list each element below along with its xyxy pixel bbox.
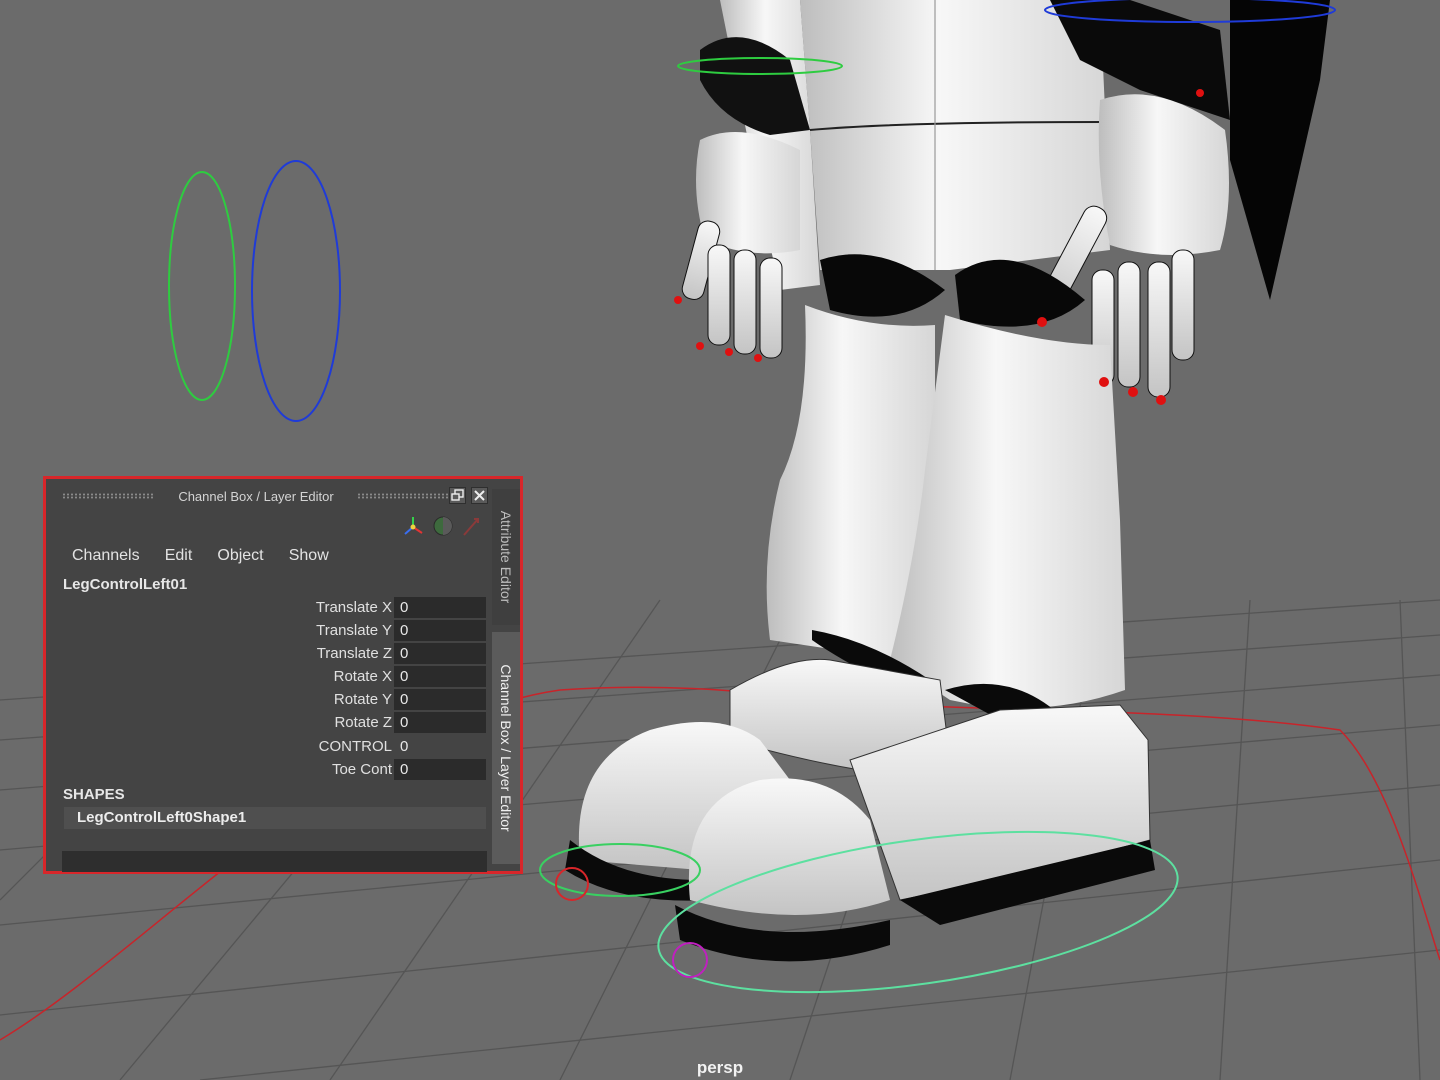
close-icon[interactable]: [471, 487, 488, 504]
attribute-row-translate-y[interactable]: Translate Y 0: [46, 620, 490, 641]
tab-attribute-editor[interactable]: Attribute Editor: [492, 489, 520, 625]
attribute-label[interactable]: Rotate Y: [334, 691, 392, 708]
panel-titlebar[interactable]: Channel Box / Layer Editor: [46, 479, 520, 509]
menu-show[interactable]: Show: [289, 547, 329, 565]
attribute-value-field[interactable]: 0: [394, 666, 486, 687]
manipulator-axes-icon[interactable]: [402, 513, 424, 539]
attribute-label[interactable]: Toe Cont: [332, 761, 392, 778]
menu-object[interactable]: Object: [217, 547, 263, 565]
attribute-label[interactable]: Rotate X: [334, 668, 392, 685]
menu-edit[interactable]: Edit: [165, 547, 193, 565]
attribute-row-translate-x[interactable]: Translate X 0: [46, 597, 490, 618]
attribute-value-field[interactable]: 0: [394, 597, 486, 618]
tab-label: Attribute Editor: [498, 510, 514, 604]
attribute-row-rotate-y[interactable]: Rotate Y 0: [46, 689, 490, 710]
attribute-label[interactable]: CONTROL: [319, 738, 392, 755]
attribute-value-field[interactable]: 0: [394, 689, 486, 710]
attribute-value-field[interactable]: 0: [394, 712, 486, 733]
attribute-label[interactable]: Translate X: [316, 599, 392, 616]
attribute-row-translate-z[interactable]: Translate Z 0: [46, 643, 490, 664]
channel-box-menu: Channels Edit Object Show: [72, 545, 349, 565]
shape-node-item[interactable]: LegControlLeft0Shape1: [64, 807, 486, 829]
menu-channels[interactable]: Channels: [72, 547, 140, 565]
tab-channel-box-layer-editor[interactable]: Channel Box / Layer Editor: [492, 632, 520, 864]
shapes-heading: SHAPES: [63, 786, 125, 803]
attribute-value-field[interactable]: 0: [394, 620, 486, 641]
attribute-value-field[interactable]: 0: [394, 643, 486, 664]
speed-mode-icon[interactable]: [431, 513, 455, 539]
drag-grip-icon[interactable]: [357, 493, 449, 499]
attribute-value-field[interactable]: 0: [394, 759, 486, 780]
empty-input-section[interactable]: [62, 851, 487, 872]
float-panel-icon[interactable]: [449, 487, 466, 504]
hyperbolic-mode-icon[interactable]: [460, 513, 482, 539]
attribute-row-control[interactable]: CONTROL 0: [46, 736, 490, 757]
attribute-row-rotate-z[interactable]: Rotate Z 0: [46, 712, 490, 733]
attribute-label[interactable]: Translate Z: [317, 645, 392, 662]
tab-label: Channel Box / Layer Editor: [498, 664, 514, 832]
attribute-value-field[interactable]: 0: [394, 736, 486, 757]
attribute-label[interactable]: Translate Y: [316, 622, 392, 639]
channel-box-panel: Channel Box / Layer Editor Channels Edit…: [43, 476, 523, 874]
attribute-label[interactable]: Rotate Z: [334, 714, 392, 731]
camera-label: persp: [696, 1058, 744, 1077]
selected-node-name[interactable]: LegControlLeft01: [63, 576, 187, 593]
attribute-row-toe-cont[interactable]: Toe Cont 0: [46, 759, 490, 780]
attribute-row-rotate-x[interactable]: Rotate X 0: [46, 666, 490, 687]
